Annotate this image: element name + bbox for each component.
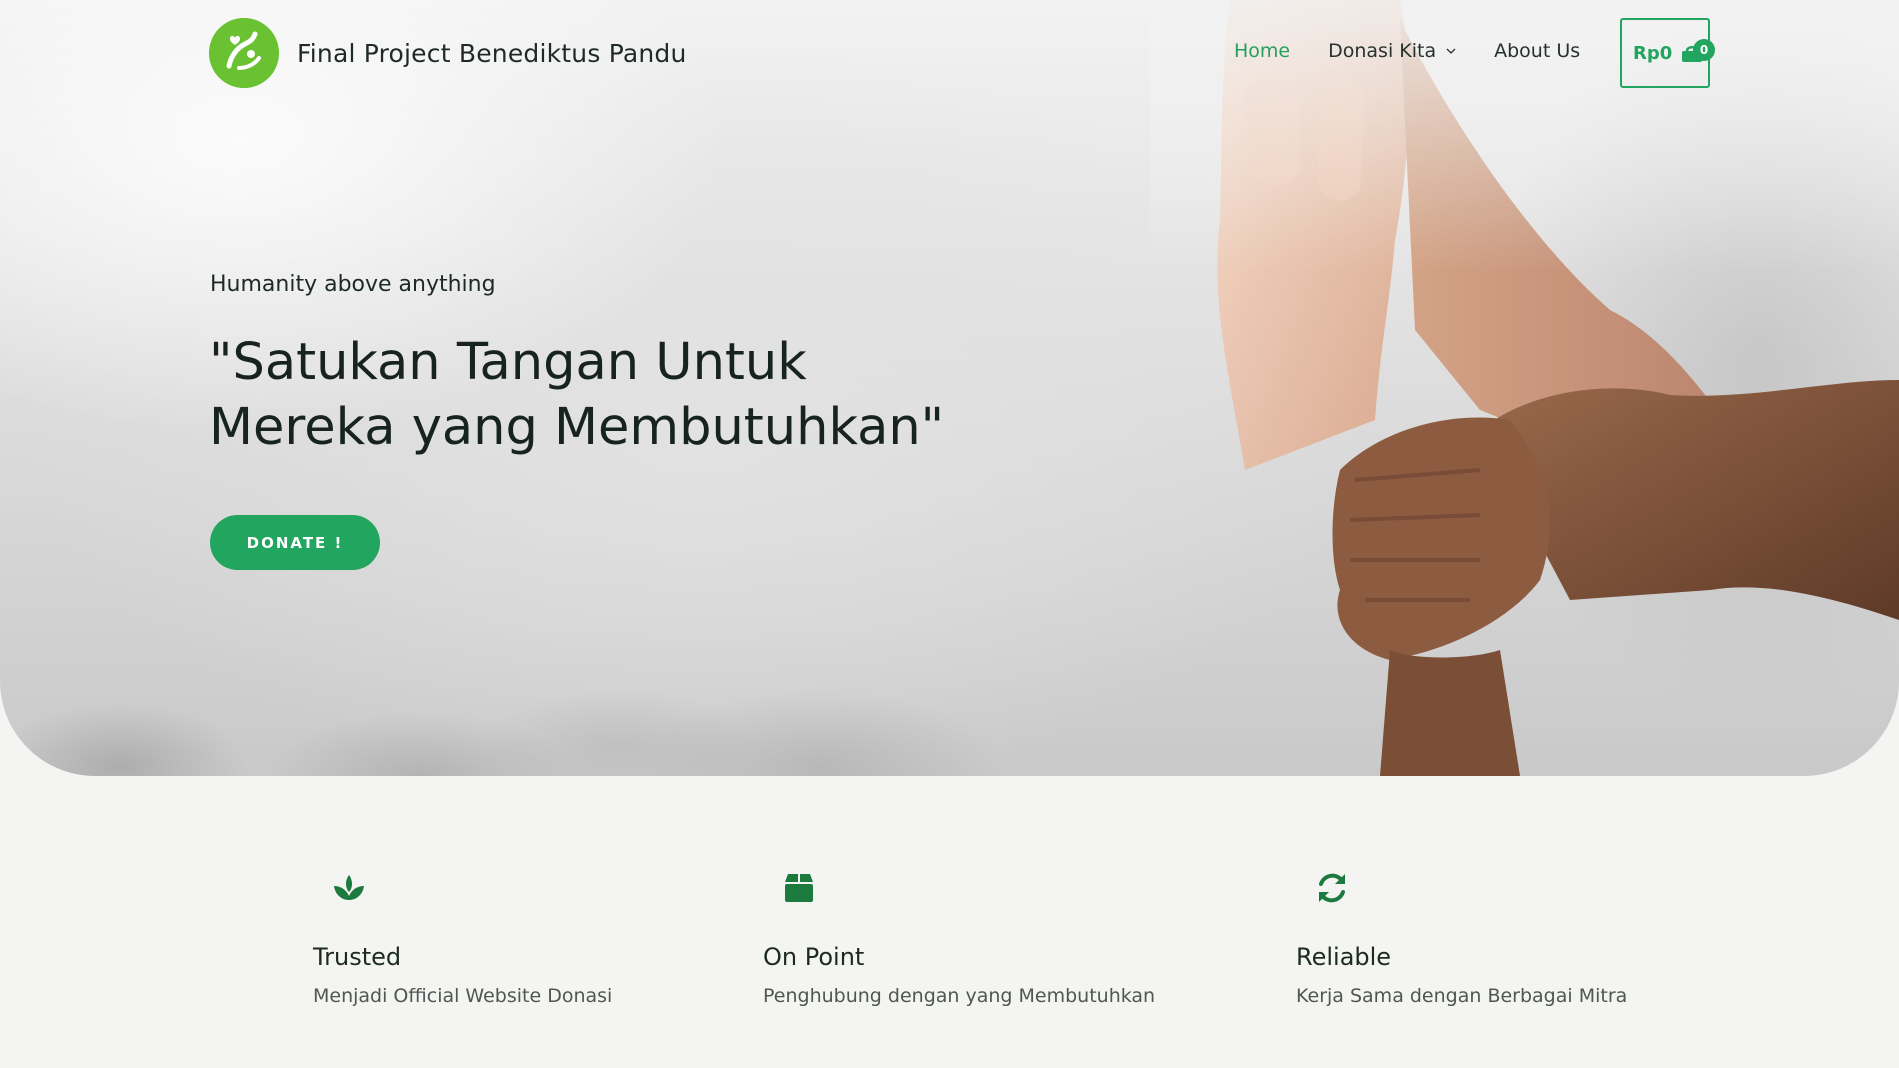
chevron-down-icon (1446, 48, 1456, 54)
site-logo[interactable]: Final Project Benediktus Pandu (209, 18, 687, 88)
joined-hands-image (1150, 0, 1899, 776)
cart-count-badge: 0 (1693, 39, 1715, 61)
sync-icon (1319, 873, 1345, 903)
hero-headline-line-1: "Satukan Tangan Untuk (209, 333, 807, 392)
feature-description: Menjadi Official Website Donasi (313, 985, 613, 1007)
hand-heart-logo-icon (209, 18, 279, 88)
seedling-icon (334, 875, 364, 900)
nav-donasi-kita[interactable]: Donasi Kita (1328, 40, 1456, 62)
nav-about-us[interactable]: About Us (1494, 40, 1580, 62)
nav-home[interactable]: Home (1234, 40, 1290, 62)
feature-on-point: On Point Penghubung dengan yang Membutuh… (763, 870, 1155, 1007)
site-title[interactable]: Final Project Benediktus Pandu (297, 39, 687, 68)
feature-description: Kerja Sama dengan Berbagai Mitra (1296, 985, 1628, 1007)
box-icon (785, 874, 813, 902)
hero-headline: "Satukan Tangan Untuk Mereka yang Membut… (209, 330, 1029, 460)
hero-headline-line-2: Mereka yang Membutuhkan" (209, 398, 945, 457)
donate-button[interactable]: DONATE ! (210, 515, 380, 570)
feature-title: On Point (763, 943, 865, 971)
cart-total: Rp0 (1633, 42, 1673, 64)
nav-donasi-kita-label: Donasi Kita (1328, 40, 1437, 62)
main-nav: Home Donasi Kita About Us (1234, 40, 1618, 62)
feature-title: Trusted (313, 943, 402, 971)
feature-trusted: Trusted Menjadi Official Website Donasi (313, 870, 612, 1007)
feature-description: Penghubung dengan yang Membutuhkan (763, 985, 1156, 1007)
feature-reliable: Reliable Kerja Sama dengan Berbagai Mitr… (1296, 870, 1627, 1007)
feature-title: Reliable (1296, 943, 1392, 971)
hero-tagline: Humanity above anything (210, 272, 496, 297)
